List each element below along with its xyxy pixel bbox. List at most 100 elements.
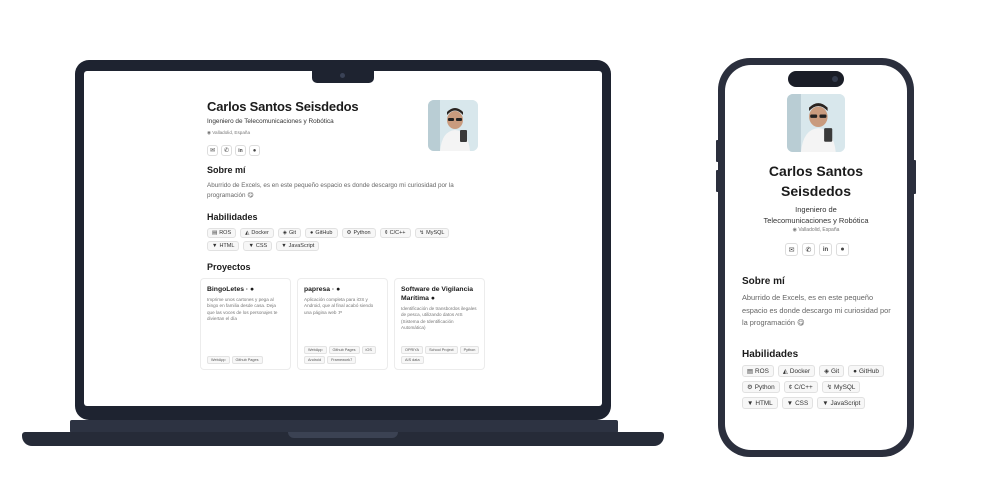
skill-tag: ● GitHub (305, 228, 338, 238)
project-card[interactable]: Software de Vigilancia Marítima ● Identif… (394, 278, 485, 370)
project-card[interactable]: papresa · ● Aplicación completa para iOS … (297, 278, 388, 370)
skill-tag: ¢ C/C++ (783, 381, 818, 393)
project-description: Identificación de transbordos ilegales d… (401, 306, 477, 331)
skill-icon: ↯ (826, 384, 833, 391)
about-heading: Sobre mí (207, 165, 246, 175)
skills-heading: Habilidades (742, 349, 799, 360)
skill-tag: ▤ ROS (207, 228, 237, 238)
mail-icon[interactable]: ✉ (207, 145, 218, 156)
projects-heading: Proyectos (207, 262, 251, 272)
skill-tag: ¢ C/C++ (379, 228, 411, 238)
skills-list: ▤ ROS ◭ Docker ◈ Git ● GitHub ⚙ Python ¢ C/C++ ↯ MySQ… (207, 228, 482, 251)
project-title[interactable]: BingoLetes · ● (207, 285, 284, 294)
skill-icon: ● (853, 367, 858, 375)
project-tag: Github Pages (328, 346, 360, 354)
github-icon[interactable]: ● (334, 286, 340, 293)
location-text: Valladolid, España (798, 227, 840, 233)
skill-tag: ⚙ Python (341, 228, 376, 238)
location-pin-icon: ◉ (207, 130, 212, 135)
skill-icon: ▼ (212, 243, 218, 249)
github-icon[interactable]: ● (248, 286, 254, 293)
project-description: Aplicación completa para iOS y Android, … (304, 297, 374, 315)
skill-label: Docker (251, 230, 269, 236)
skill-label: ROS (219, 230, 232, 236)
linkedin-icon[interactable]: in (819, 243, 832, 256)
project-title[interactable]: Software de Vigilancia Marítima ● (401, 285, 478, 303)
skill-tag: ● GitHub (848, 365, 884, 377)
project-tag: Python (459, 346, 480, 354)
phone-icon[interactable]: ✆ (221, 145, 232, 156)
skill-label: JavaScript (288, 243, 315, 249)
project-tag: OPRIYA (401, 346, 424, 354)
skill-label: MySQL (834, 383, 856, 391)
laptop-screen: Carlos Santos Seisdedos Ingeniero de Tel… (84, 71, 602, 406)
skill-icon: ▼ (281, 243, 287, 249)
project-title-text: BingoLetes · (207, 286, 249, 293)
skill-label: C/C++ (389, 230, 406, 236)
profile-role: Ingeniero de Telecomunicaciones y Robóti… (207, 118, 334, 125)
profile-name-line: Carlos Santos (768, 163, 864, 179)
project-description: Imprime unos cartones y pega al bingo en… (207, 297, 278, 322)
profile-role-line: Telecomunicaciones y Robótica (763, 216, 869, 225)
project-tag: WebApp (304, 346, 327, 354)
profile-location: ◉ Valladolid, España (207, 130, 250, 136)
github-icon[interactable]: ● (249, 145, 260, 156)
project-tags: WebApp Github Pages (207, 356, 287, 364)
project-tag: iOS (361, 346, 376, 354)
skill-label: Git (289, 230, 297, 236)
profile-name-line: Seisdedos (780, 183, 852, 199)
skill-label: GitHub (859, 367, 879, 375)
project-tag: School Project (425, 346, 458, 354)
skill-label: Docker (789, 367, 811, 375)
project-tag: WebApp (207, 356, 230, 364)
skills-heading: Habilidades (207, 212, 258, 222)
project-tag: Framework7 (327, 356, 357, 364)
skill-icon: ◭ (245, 230, 250, 236)
skill-icon: ▼ (786, 399, 794, 407)
skill-label: ROS (755, 367, 769, 375)
skill-icon: ¢ (788, 383, 793, 391)
github-icon[interactable]: ● (429, 295, 435, 302)
skill-icon: ▼ (822, 399, 829, 407)
skill-icon: ▼ (248, 243, 254, 249)
mail-icon[interactable]: ✉ (785, 243, 798, 256)
project-tag: Android (304, 356, 326, 364)
skill-tag: ▼ CSS (781, 397, 814, 409)
skill-label: C/C++ (794, 383, 813, 391)
skill-label: MySQL (426, 230, 445, 236)
about-text: Aburrido de Excels, es en este pequeño e… (742, 293, 891, 327)
skill-icon: ↯ (419, 230, 425, 236)
skill-icon: ● (310, 230, 314, 236)
phone-icon[interactable]: ✆ (802, 243, 815, 256)
linkedin-icon[interactable]: in (235, 145, 246, 156)
skill-tag: ▼ HTML (207, 241, 240, 251)
skill-tag: ◭ Docker (240, 228, 274, 238)
profile-photo (428, 100, 478, 151)
dynamic-island (788, 71, 844, 87)
skill-label: HTML (219, 243, 235, 249)
skill-label: Git (831, 367, 840, 375)
skill-label: HTML (755, 399, 773, 407)
skill-label: Python (353, 230, 371, 236)
project-title-text: papresa · (304, 286, 335, 293)
github-icon[interactable]: ● (836, 243, 849, 256)
about-heading: Sobre mí (742, 276, 785, 287)
project-card[interactable]: BingoLetes · ● Imprime unos cartones y pe… (200, 278, 291, 370)
profile-role-line: Ingeniero de (795, 205, 837, 214)
skill-icon: ▤ (747, 368, 754, 375)
avatar-image (787, 94, 845, 152)
laptop-trackpad-groove (288, 432, 398, 438)
skill-label: GitHub (315, 230, 333, 236)
skill-icon: ⚙ (346, 230, 352, 236)
skill-icon: ◈ (282, 230, 288, 236)
projects-grid: BingoLetes · ● Imprime unos cartones y pe… (200, 278, 485, 370)
skill-icon: ◭ (782, 368, 788, 375)
project-title[interactable]: papresa · ● (304, 285, 381, 294)
avatar-image (428, 100, 478, 151)
skill-icon: ◈ (824, 368, 829, 375)
skill-tag: ▼ JavaScript (276, 241, 320, 251)
skill-tag: ▼ CSS (243, 241, 273, 251)
skill-tag: ▤ ROS (742, 365, 774, 377)
about-text: Aburrido de Excels, es en este pequeño e… (207, 182, 454, 199)
skill-label: Python (754, 383, 775, 391)
